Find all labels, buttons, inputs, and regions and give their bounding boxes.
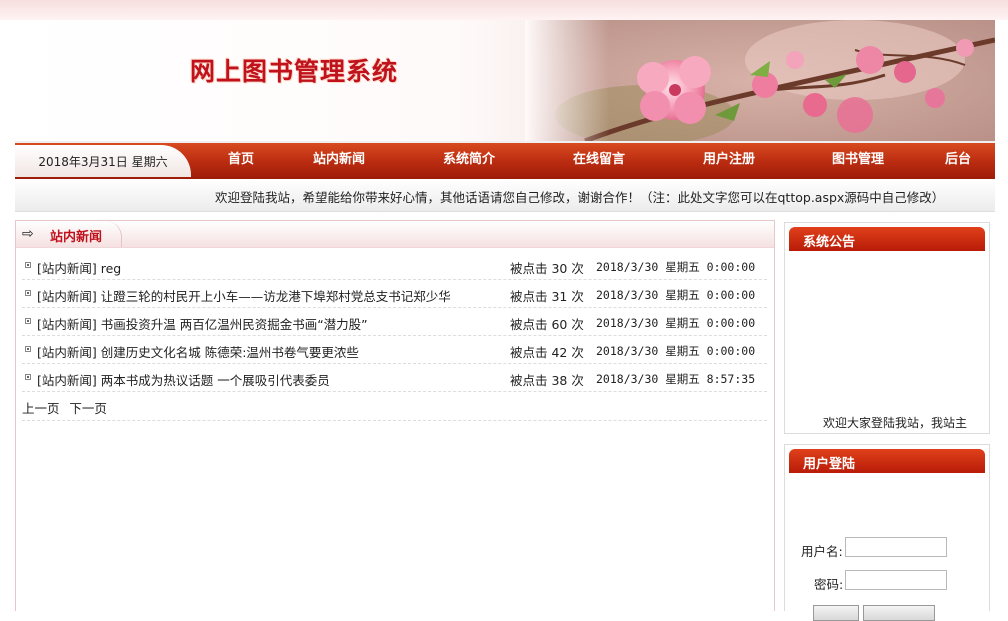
arrow-right-icon: ⇨ <box>22 226 34 242</box>
news-title-link[interactable]: [站内新闻] 书画投资升温 两百亿温州民资掘金书画“潜力股” <box>37 314 368 333</box>
news-row: [站内新闻] 书画投资升温 两百亿温州民资掘金书画“潜力股” 被点击 60 次 … <box>22 308 767 336</box>
notice-marquee-text: 欢迎大家登陆我站，我站主 <box>823 416 968 430</box>
bullet-icon <box>25 262 31 268</box>
site-title: 网上图书管理系统 <box>190 57 399 86</box>
main-navbar: 2018年3月31日 星期六 首页 站内新闻 系统简介 在线留言 用户注册 图书… <box>15 141 995 179</box>
news-row: [站内新闻] 让蹬三轮的村民开上小车——访龙港下埠郑村党总支书记郑少华 被点击 … <box>22 280 767 308</box>
username-input[interactable] <box>845 537 947 557</box>
nav-book-management[interactable]: 图书管理 <box>832 143 884 179</box>
welcome-bar: 欢迎登陆我站，希望能给你带来好心情，其他话语请您自己修改，谢谢合作！（注：此处文… <box>15 179 995 212</box>
nav-message-board[interactable]: 在线留言 <box>573 143 625 179</box>
current-date: 2018年3月31日 星期六 <box>15 145 191 177</box>
news-panel: ⇨ 站内新闻 [站内新闻] reg 被点击 30 次 2018/3/30 星期五… <box>15 220 775 611</box>
news-title-link[interactable]: [站内新闻] 创建历史文化名城 陈德荣:温州书卷气要更浓些 <box>37 342 359 361</box>
nav-home[interactable]: 首页 <box>228 143 254 179</box>
nav-user-register[interactable]: 用户注册 <box>703 143 755 179</box>
nav-system-intro[interactable]: 系统简介 <box>443 143 495 179</box>
site-header: 网上图书管理系统 <box>15 20 995 141</box>
prev-page-link[interactable]: 上一页 <box>22 401 60 416</box>
login-box: 用户登陆 用户名: 密码: <box>784 444 990 621</box>
news-date: 2018/3/30 星期五 0:00:00 <box>596 316 756 330</box>
news-date: 2018/3/30 星期五 0:00:00 <box>596 344 756 358</box>
notice-header: 系统公告 <box>789 227 985 251</box>
login-button[interactable] <box>813 605 859 621</box>
news-date: 2018/3/30 星期五 8:57:35 <box>596 372 756 386</box>
section-title: 站内新闻 <box>50 230 103 245</box>
nav-site-news[interactable]: 站内新闻 <box>313 143 365 179</box>
bullet-icon <box>25 290 31 296</box>
nav-admin[interactable]: 后台 <box>945 143 971 179</box>
pager: 上一页 下一页 <box>22 398 767 421</box>
welcome-text: 欢迎登陆我站，希望能给你带来好心情，其他话语请您自己修改，谢谢合作！（注：此处文… <box>215 190 945 205</box>
news-click-count: 被点击 30 次 <box>510 261 584 276</box>
news-click-count: 被点击 31 次 <box>510 289 584 304</box>
news-click-count: 被点击 38 次 <box>510 373 584 388</box>
news-title-link[interactable]: [站内新闻] reg <box>37 258 121 277</box>
news-title-link[interactable]: [站内新闻] 让蹬三轮的村民开上小车——访龙港下埠郑村党总支书记郑少华 <box>37 286 451 305</box>
username-label: 用户名: <box>801 544 843 559</box>
reset-button[interactable] <box>863 605 935 621</box>
news-panel-header: ⇨ 站内新闻 <box>16 221 774 248</box>
login-header: 用户登陆 <box>789 449 985 473</box>
news-click-count: 被点击 42 次 <box>510 345 584 360</box>
top-strip <box>0 0 1008 20</box>
bullet-icon <box>25 346 31 352</box>
bullet-icon <box>25 318 31 324</box>
password-label: 密码: <box>814 577 844 592</box>
login-title: 用户登陆 <box>803 457 856 472</box>
notice-box: 系统公告 欢迎大家登陆我站，我站主 <box>784 222 990 434</box>
notice-title: 系统公告 <box>803 235 856 250</box>
peach-blossom-banner <box>525 20 995 141</box>
news-date: 2018/3/30 星期五 0:00:00 <box>596 288 756 302</box>
news-click-count: 被点击 60 次 <box>510 317 584 332</box>
next-page-link[interactable]: 下一页 <box>69 401 107 416</box>
password-input[interactable] <box>845 570 947 590</box>
news-title-link[interactable]: [站内新闻] 两本书成为热议话题 一个展吸引代表委员 <box>37 370 330 389</box>
news-date: 2018/3/30 星期五 0:00:00 <box>596 260 756 274</box>
news-row: [站内新闻] reg 被点击 30 次 2018/3/30 星期五 0:00:0… <box>22 252 767 280</box>
bullet-icon <box>25 374 31 380</box>
news-panel-tab: ⇨ 站内新闻 <box>16 221 122 247</box>
news-row: [站内新闻] 创建历史文化名城 陈德荣:温州书卷气要更浓些 被点击 42 次 2… <box>22 336 767 364</box>
news-row: [站内新闻] 两本书成为热议话题 一个展吸引代表委员 被点击 38 次 2018… <box>22 364 767 392</box>
